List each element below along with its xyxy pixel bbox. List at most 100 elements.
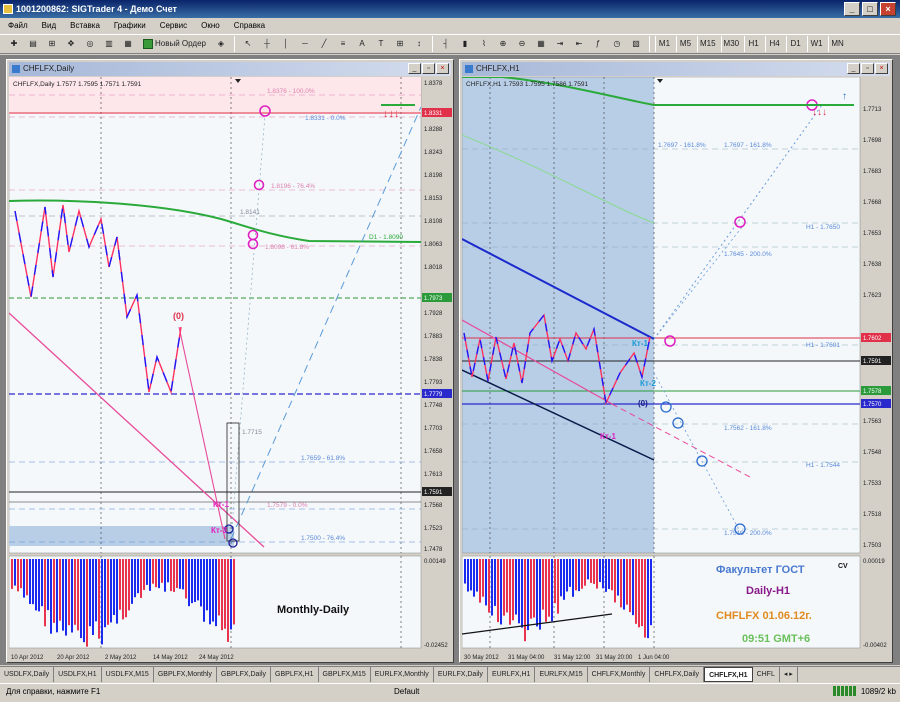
timeframe-m15[interactable]: M15 bbox=[696, 36, 718, 52]
tile-windows-icon[interactable]: ▦ bbox=[533, 36, 549, 52]
timeframe-w1[interactable]: W1 bbox=[807, 36, 825, 52]
timeframe-m30[interactable]: M30 bbox=[720, 36, 742, 52]
chart-tab[interactable]: CHFLFX,Monthly bbox=[588, 667, 651, 682]
histogram-bar bbox=[521, 559, 523, 628]
autoscroll-icon[interactable]: ⇥ bbox=[552, 36, 568, 52]
svg-text:2 May 2012: 2 May 2012 bbox=[105, 655, 137, 661]
periods-icon[interactable]: ◷ bbox=[609, 36, 625, 52]
templates-icon[interactable]: ▧ bbox=[628, 36, 644, 52]
histogram-bar bbox=[608, 559, 610, 590]
chart-tab[interactable]: CHFL bbox=[753, 667, 780, 682]
histogram-bar bbox=[11, 559, 13, 589]
cursor-icon[interactable]: ↖ bbox=[240, 36, 256, 52]
histogram-bar bbox=[125, 559, 127, 618]
chart-restore-button[interactable]: ▫ bbox=[422, 63, 435, 74]
trendline-icon[interactable]: ╱ bbox=[316, 36, 332, 52]
chart-tab[interactable]: USDLFX,H1 bbox=[54, 667, 102, 682]
price-tag-red: 1.8331 bbox=[424, 111, 443, 117]
chart-tab[interactable]: CHFLFX,Daily bbox=[650, 667, 705, 682]
market-watch-icon[interactable]: ⊞ bbox=[44, 36, 60, 52]
zoom-out-icon[interactable]: ⊖ bbox=[514, 36, 530, 52]
chart-tab[interactable]: GBPLFX,Daily bbox=[217, 667, 272, 682]
chart-canvas-daily[interactable]: ↓↓↓ CHFLFX,Daily 1.7577 1.7595 1.7571 1.… bbox=[9, 77, 453, 663]
chart-close-button[interactable]: × bbox=[436, 63, 449, 74]
chart-restore-button[interactable]: ▫ bbox=[861, 63, 874, 74]
text-tool-icon[interactable]: A bbox=[354, 36, 370, 52]
menu-tools[interactable]: Сервис bbox=[160, 18, 187, 33]
chart-tab[interactable]: USDLFX,Daily bbox=[0, 667, 55, 682]
navigator-icon[interactable]: ✥ bbox=[63, 36, 79, 52]
chart-tab[interactable]: USDLFX,M15 bbox=[102, 667, 154, 682]
menu-file[interactable]: Файл bbox=[8, 18, 28, 33]
timeframe-h1[interactable]: H1 bbox=[744, 36, 762, 52]
zoom-in-icon[interactable]: ⊕ bbox=[495, 36, 511, 52]
indicators-icon[interactable]: ƒ bbox=[590, 36, 606, 52]
menu-insert[interactable]: Вставка bbox=[70, 18, 100, 33]
minimize-button[interactable]: _ bbox=[844, 2, 860, 16]
chart-tab[interactable]: GBPLFX,H1 bbox=[271, 667, 319, 682]
histogram-bar bbox=[53, 559, 55, 623]
chart-window-titlebar[interactable]: CHFLFX,H1 _ ▫ × bbox=[462, 62, 890, 76]
menu-help[interactable]: Справка bbox=[234, 18, 265, 33]
chart-canvas-h1[interactable]: ↓↓↓ ↑ CHFLFX,H1 1.7593 1.7595 1.7586 1.7… bbox=[462, 77, 892, 663]
expert-advisors-icon[interactable]: ◈ bbox=[213, 36, 229, 52]
chart-icon bbox=[12, 65, 20, 73]
histogram-bar bbox=[23, 559, 25, 598]
histogram-bar bbox=[188, 559, 190, 607]
fib-label: 1.7697 - 161.8% bbox=[724, 142, 772, 149]
candle-chart-icon[interactable]: ▮ bbox=[457, 36, 473, 52]
text-label-icon[interactable]: T bbox=[373, 36, 389, 52]
terminal-icon[interactable]: ▥ bbox=[101, 36, 117, 52]
price-tag-blue: 1.7570 bbox=[863, 402, 882, 408]
svg-text:1.7568: 1.7568 bbox=[424, 503, 443, 509]
menu-window[interactable]: Окно bbox=[201, 18, 220, 33]
fibonacci-icon[interactable]: ⊞ bbox=[392, 36, 408, 52]
chart-tab[interactable]: EURLFX,M15 bbox=[535, 667, 588, 682]
chart-tab[interactable]: EURLFX,H1 bbox=[488, 667, 536, 682]
fib-label: 1.7562 - 161.8% bbox=[724, 425, 772, 432]
chart-tab-active[interactable]: CHFLFX,H1 bbox=[704, 667, 753, 682]
timeframe-m1[interactable]: M1 bbox=[654, 36, 673, 52]
histogram-bar bbox=[95, 559, 97, 622]
tester-icon[interactable]: ▦ bbox=[120, 36, 136, 52]
timeframe-m5[interactable]: M5 bbox=[675, 36, 694, 52]
timeframe-h4[interactable]: H4 bbox=[765, 36, 783, 52]
tab-scroll-arrows[interactable]: ◂ ▸ bbox=[780, 667, 798, 682]
histogram-bar bbox=[29, 559, 31, 605]
menu-view[interactable]: Вид bbox=[42, 18, 56, 33]
vertical-line-icon[interactable]: │ bbox=[278, 36, 294, 52]
channel-icon[interactable]: ≡ bbox=[335, 36, 351, 52]
chart-tab[interactable]: EURLFX,Monthly bbox=[371, 667, 434, 682]
maximize-button[interactable]: □ bbox=[862, 2, 878, 16]
chart-minimize-button[interactable]: _ bbox=[408, 63, 421, 74]
profiles-icon[interactable]: ▤ bbox=[25, 36, 41, 52]
timeframe-d1[interactable]: D1 bbox=[786, 36, 804, 52]
connection-status: 1089/2 kb bbox=[832, 686, 896, 696]
new-order-button[interactable]: Новый Ордер bbox=[139, 36, 210, 52]
histogram-bar bbox=[56, 559, 58, 633]
histogram-bar bbox=[479, 559, 481, 603]
histogram-bar bbox=[605, 559, 607, 592]
chart-tab[interactable]: GBPLFX,Monthly bbox=[154, 667, 217, 682]
bar-chart-icon[interactable]: ┤ bbox=[438, 36, 454, 52]
chart-tab[interactable]: EURLFX,Daily bbox=[434, 667, 488, 682]
chart-tab[interactable]: GBPLFX,M15 bbox=[319, 667, 371, 682]
chart-shift-icon[interactable]: ⇤ bbox=[571, 36, 587, 52]
new-chart-icon[interactable]: ✚ bbox=[6, 36, 22, 52]
chart-close-button[interactable]: × bbox=[875, 63, 888, 74]
histogram-bar bbox=[497, 559, 499, 623]
horizontal-line-icon[interactable]: ─ bbox=[297, 36, 313, 52]
histogram-bar bbox=[80, 559, 82, 639]
close-button[interactable]: × bbox=[880, 2, 896, 16]
menu-charts[interactable]: Графики bbox=[114, 18, 146, 33]
histogram-bar bbox=[230, 559, 232, 630]
chart-window-titlebar[interactable]: CHFLFX,Daily _ ▫ × bbox=[9, 62, 451, 76]
chart-minimize-button[interactable]: _ bbox=[847, 63, 860, 74]
line-chart-icon[interactable]: ⌇ bbox=[476, 36, 492, 52]
timeframe-mn[interactable]: MN bbox=[828, 36, 846, 52]
data-window-icon[interactable]: ◎ bbox=[82, 36, 98, 52]
arrows-icon[interactable]: ↕ bbox=[411, 36, 427, 52]
crosshair-icon[interactable]: ┼ bbox=[259, 36, 275, 52]
histogram-bar bbox=[581, 559, 583, 589]
histogram-bar bbox=[542, 559, 544, 610]
